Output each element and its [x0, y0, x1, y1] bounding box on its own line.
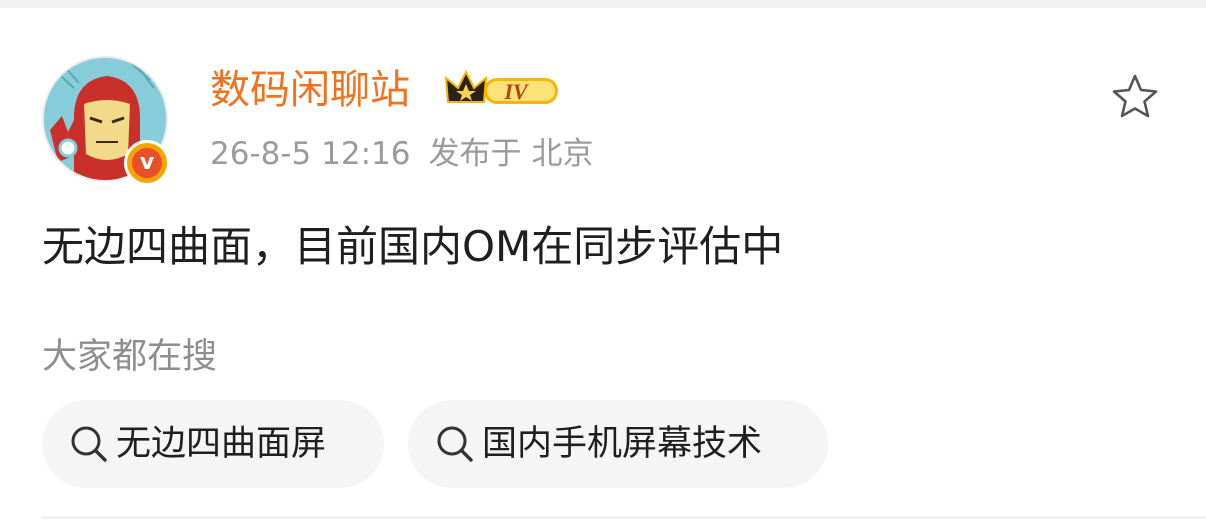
bottom-divider: [42, 516, 1206, 519]
published-prefix: 发布于: [428, 136, 522, 172]
post-content: 无边四曲面，目前国内OM在同步评估中: [42, 222, 784, 271]
search-icon: [437, 426, 473, 462]
search-chip-label: 无边四曲面屏: [116, 424, 327, 464]
verified-badge: v: [124, 140, 170, 186]
star-outline-icon: [1112, 74, 1158, 118]
avatar[interactable]: v: [42, 56, 170, 186]
username[interactable]: 数码闲聊站: [210, 64, 410, 116]
post-location: 北京: [531, 136, 594, 172]
search-chip-2[interactable]: 国内手机屏幕技术: [408, 400, 828, 488]
verified-mark: v: [132, 148, 162, 178]
level-badge-text: IV: [503, 79, 530, 104]
trending-search-heading: 大家都在搜: [42, 337, 218, 377]
level-badge[interactable]: IV: [444, 68, 562, 110]
search-chip-label: 国内手机屏幕技术: [482, 424, 763, 464]
post-timestamp: 26-8-5 12:16: [210, 136, 411, 172]
top-divider: [0, 0, 1206, 8]
favorite-button[interactable]: [1110, 72, 1160, 122]
crown-icon: [444, 69, 488, 103]
post-meta: 26-8-5 12:16 发布于 北京: [210, 133, 593, 175]
search-chip-1[interactable]: 无边四曲面屏: [42, 400, 384, 488]
search-icon: [71, 426, 107, 462]
